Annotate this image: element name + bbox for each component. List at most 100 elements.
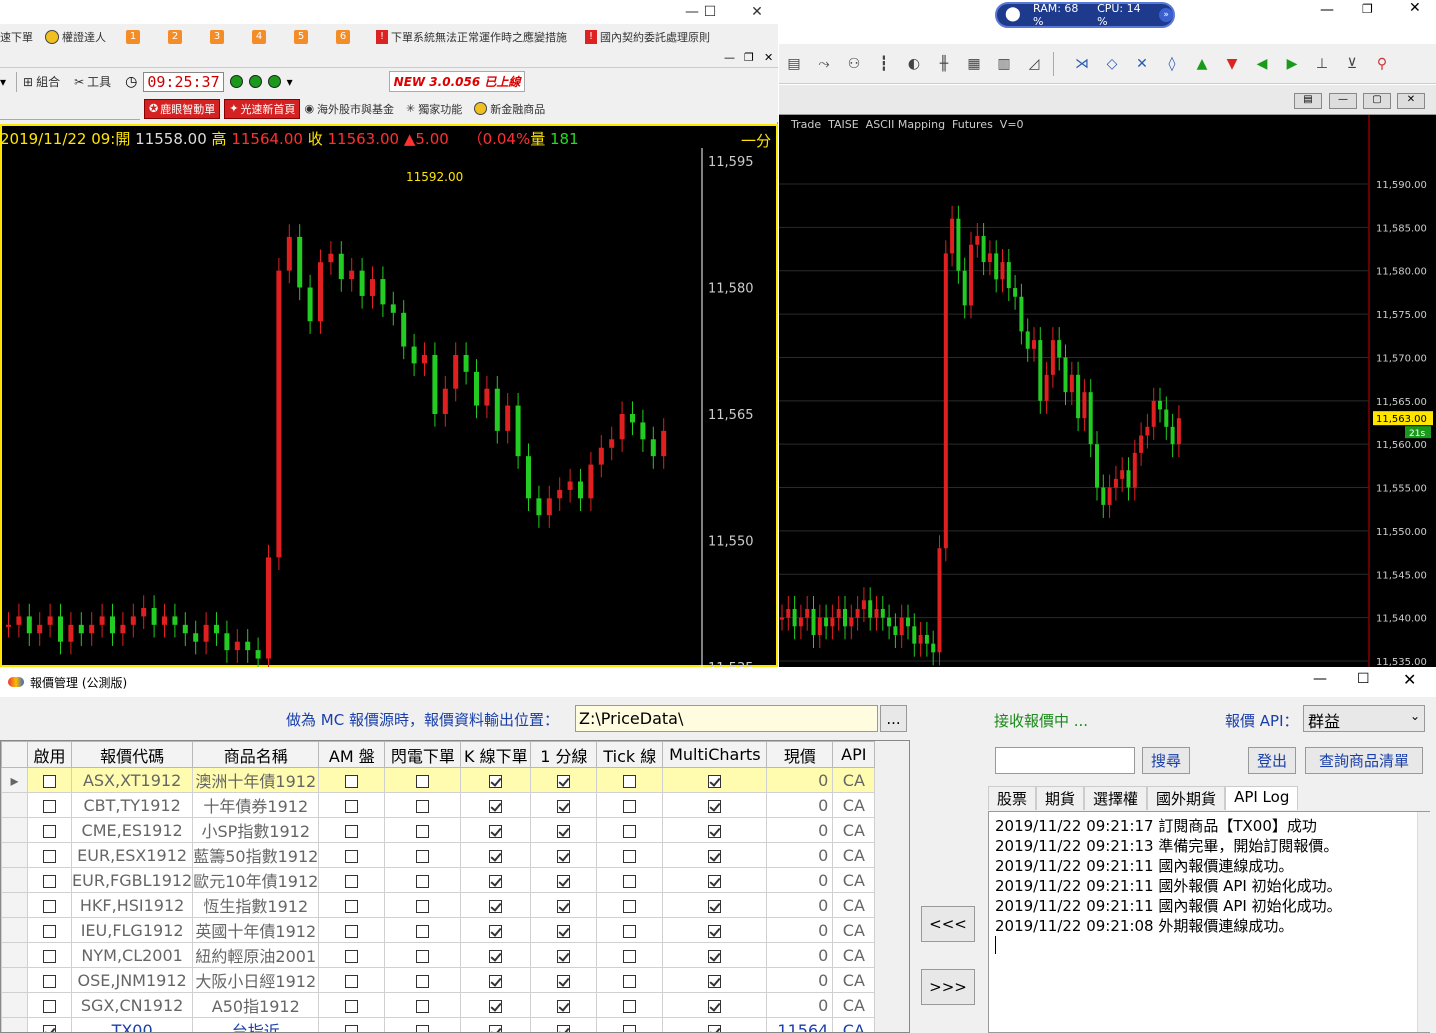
tick-checkbox[interactable]	[623, 974, 637, 988]
k-order-cell[interactable]	[460, 917, 532, 943]
min1-checkbox[interactable]	[557, 974, 571, 988]
am-cell[interactable]	[318, 792, 386, 818]
row-indicator[interactable]	[1, 942, 28, 968]
mdi-restore-icon[interactable]: ❐	[744, 51, 754, 64]
flash-order-checkbox[interactable]	[416, 799, 430, 813]
search-button[interactable]: 搜尋	[1142, 747, 1190, 774]
mc-cell[interactable]	[662, 967, 768, 993]
am-cell[interactable]	[318, 917, 386, 943]
left-arrow-icon[interactable]: ◀	[1251, 56, 1273, 72]
new-finance-button[interactable]: 新金融商品	[474, 101, 545, 117]
am-cell[interactable]	[318, 842, 386, 868]
enable-cell[interactable]	[27, 842, 72, 868]
tick-checkbox[interactable]	[623, 924, 637, 938]
column-header-8[interactable]: MultiCharts	[662, 741, 768, 768]
mc-cell[interactable]	[662, 1017, 768, 1032]
column-header-9[interactable]: 現價	[766, 741, 834, 768]
quick-key-6[interactable]: 6	[336, 30, 350, 44]
mc-cell[interactable]	[662, 917, 768, 943]
tick-cell[interactable]	[596, 867, 664, 893]
am-cell[interactable]	[318, 992, 386, 1018]
enable-checkbox[interactable]	[43, 874, 56, 888]
lightspeed-home-button[interactable]: ✦ 光速新首頁	[224, 98, 301, 119]
enable-checkbox[interactable]	[43, 974, 56, 988]
chart-type-icon[interactable]: ◐	[903, 56, 925, 72]
sub-minimize-icon[interactable]: —	[1329, 93, 1357, 109]
column-header-6[interactable]: 1 分線	[530, 741, 598, 768]
tick-checkbox[interactable]	[623, 799, 637, 813]
tick-cell[interactable]	[596, 767, 664, 793]
table-row[interactable]: OSE,JNM1912 大阪小日經1912 0 CA	[1, 967, 876, 993]
flash-cell[interactable]	[384, 867, 462, 893]
enable-cell[interactable]	[27, 967, 72, 993]
k-order-cell[interactable]	[460, 992, 532, 1018]
table-row[interactable]: SGX,CN1912 A50指1912 0 CA	[1, 992, 876, 1018]
row-indicator[interactable]: ▸	[1, 767, 28, 793]
tab-2[interactable]: 選擇權	[1084, 786, 1148, 810]
minimize-icon[interactable]: —	[1313, 671, 1327, 687]
row-indicator[interactable]	[1, 792, 28, 818]
quick-key-4[interactable]: 4	[252, 30, 266, 44]
row-indicator[interactable]	[1, 992, 28, 1018]
api-log-text[interactable]: 2019/11/22 09:21:17 訂閱商品【TX00】成功 2019/11/…	[989, 812, 1429, 958]
deer-eye-order-button[interactable]: ✪ 鹿眼智動單	[144, 98, 221, 119]
am-cell[interactable]	[318, 767, 386, 793]
min1-checkbox[interactable]	[557, 1024, 571, 1032]
output-path-input[interactable]	[575, 705, 878, 732]
grid-icon[interactable]: ▦	[963, 56, 985, 72]
enable-cell[interactable]	[27, 892, 72, 918]
table-row[interactable]: CME,ES1912 小SP指數1912 0 CA	[1, 817, 876, 843]
row-indicator[interactable]	[1, 842, 28, 868]
enable-cell[interactable]	[27, 1017, 72, 1032]
row-indicator[interactable]	[1, 1017, 28, 1032]
min1-checkbox[interactable]	[557, 874, 571, 888]
tick-checkbox[interactable]	[623, 1024, 637, 1032]
area-icon[interactable]: ◿	[1023, 56, 1045, 72]
flash-order-checkbox[interactable]	[416, 999, 430, 1013]
mc-cell[interactable]	[662, 992, 768, 1018]
flash-cell[interactable]	[384, 967, 462, 993]
minimize-icon[interactable]: —	[1320, 2, 1334, 18]
am-cell[interactable]	[318, 1017, 386, 1032]
tick-cell[interactable]	[596, 842, 664, 868]
k-order-checkbox[interactable]	[489, 799, 503, 813]
right-arrow-icon[interactable]: ▶	[1281, 56, 1303, 72]
min1-cell[interactable]	[530, 842, 598, 868]
am-cell[interactable]	[318, 817, 386, 843]
trend-icon[interactable]: ⤳	[813, 56, 835, 72]
flash-cell[interactable]	[384, 892, 462, 918]
k-order-cell[interactable]	[460, 867, 532, 893]
multicharts-checkbox[interactable]	[708, 849, 722, 863]
table-row[interactable]: NYM,CL2001 紐約輕原油2001 0 CA	[1, 942, 876, 968]
bars-icon[interactable]: ┇	[873, 56, 895, 72]
table-row[interactable]: TX00 台指近 11564 CA	[1, 1017, 876, 1032]
min1-checkbox[interactable]	[557, 924, 571, 938]
flash-order-checkbox[interactable]	[416, 899, 430, 913]
maximize-icon[interactable]: ☐	[693, 0, 727, 24]
min1-checkbox[interactable]	[557, 949, 571, 963]
flash-order-checkbox[interactable]	[416, 774, 430, 788]
min1-cell[interactable]	[530, 942, 598, 968]
row-indicator[interactable]	[1, 867, 28, 893]
flash-cell[interactable]	[384, 792, 462, 818]
tick-checkbox[interactable]	[623, 774, 637, 788]
k-order-cell[interactable]	[460, 942, 532, 968]
mc-cell[interactable]	[662, 817, 768, 843]
mc-cell[interactable]	[662, 767, 768, 793]
am-cell[interactable]	[318, 967, 386, 993]
table-icon[interactable]: ▤	[783, 56, 805, 72]
enable-cell[interactable]	[27, 942, 72, 968]
min1-cell[interactable]	[530, 967, 598, 993]
flash-cell[interactable]	[384, 767, 462, 793]
min1-checkbox[interactable]	[557, 849, 571, 863]
enable-checkbox[interactable]	[43, 899, 56, 913]
dropdown-arrow-icon[interactable]: ▾	[0, 75, 10, 89]
enable-checkbox[interactable]	[43, 999, 56, 1013]
min1-cell[interactable]	[530, 1017, 598, 1032]
column-header-5[interactable]: K 線下單	[460, 741, 532, 768]
tick-cell[interactable]	[596, 792, 664, 818]
move-left-button[interactable]: <<<	[921, 906, 975, 942]
table-row[interactable]: CBT,TY1912 十年債券1912 0 CA	[1, 792, 876, 818]
min1-cell[interactable]	[530, 917, 598, 943]
enable-checkbox[interactable]	[43, 924, 56, 938]
